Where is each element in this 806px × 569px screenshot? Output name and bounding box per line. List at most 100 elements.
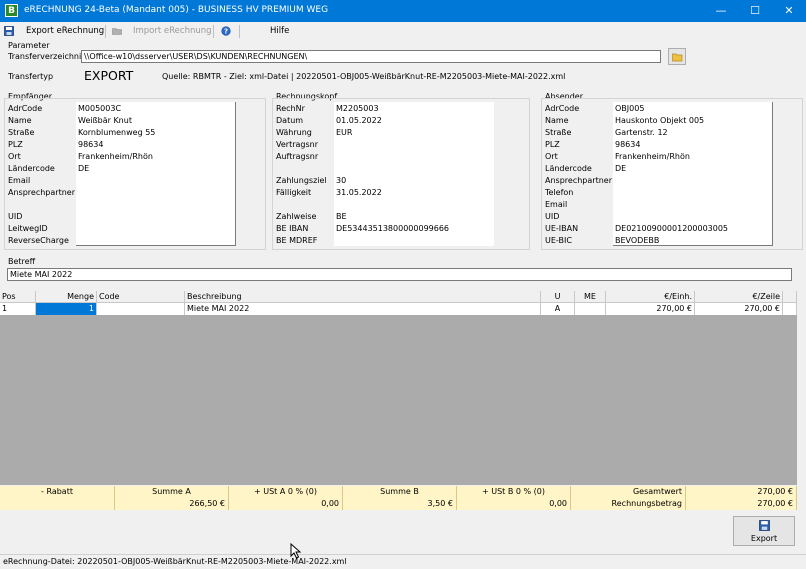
field-row: PLZ 98634: [8, 139, 238, 151]
toolbar: Export eRechnung Import eRechnung ? Hilf…: [0, 23, 806, 40]
field-value[interactable]: Kornblumenweg 55: [78, 127, 155, 139]
transfer-type-value: EXPORT: [84, 68, 134, 83]
subject-input[interactable]: Miete MAI 2022: [7, 268, 792, 281]
field-label: ReverseCharge: [8, 236, 69, 245]
field-label: Ort: [545, 152, 558, 161]
maximize-button[interactable]: ☐: [738, 0, 772, 22]
subject-label: Betreff: [8, 257, 36, 266]
field-label: BE IBAN: [276, 224, 309, 233]
field-row: Fälligkeit 31.05.2022: [276, 187, 506, 199]
cell-beschreibung[interactable]: Miete MAI 2022: [185, 303, 541, 315]
mouse-cursor-icon: [290, 543, 302, 559]
floppy-disk-icon[interactable]: [4, 26, 14, 36]
field-value[interactable]: BE: [336, 211, 347, 223]
field-label: Ländercode: [8, 164, 55, 173]
field-row: BE MDREF: [276, 235, 506, 247]
toolbar-separator: [239, 25, 240, 38]
field-value[interactable]: Hauskonto Objekt 005: [615, 115, 704, 127]
field-value[interactable]: DE: [78, 163, 89, 175]
field-value[interactable]: M005003C: [78, 103, 121, 115]
help-menu[interactable]: Hilfe: [270, 25, 289, 38]
field-row: LeitwegID: [8, 223, 238, 235]
cell-zeile[interactable]: 270,00 €: [695, 303, 783, 315]
field-label: Straße: [545, 128, 572, 137]
field-row: Zahlungsziel 30: [276, 175, 506, 187]
sender-fields: AdrCode OBJ005 Name Hauskonto Objekt 005 Str…: [545, 103, 775, 247]
totals-rabatt-value: [0, 498, 115, 510]
export-button-label: Export: [750, 534, 778, 543]
field-value[interactable]: 31.05.2022: [336, 187, 382, 199]
field-label: Fälligkeit: [276, 188, 312, 197]
field-label: UID: [8, 212, 23, 221]
field-value[interactable]: Frankenheim/Rhön: [78, 151, 153, 163]
field-label: Datum: [276, 116, 304, 125]
svg-text:?: ?: [224, 28, 228, 36]
cell-code[interactable]: [97, 303, 185, 315]
column-header-menge[interactable]: Menge: [36, 291, 97, 303]
field-label: UE-IBAN: [545, 224, 579, 233]
toolbar-separator: [105, 25, 106, 38]
field-value[interactable]: Frankenheim/Rhön: [615, 151, 690, 163]
field-label: LeitwegID: [8, 224, 48, 233]
totals-ust-a-label: + USt A 0 % (0): [229, 486, 343, 498]
cell-pos[interactable]: 1: [0, 303, 36, 315]
cell-einh[interactable]: 270,00 €: [606, 303, 695, 315]
field-value[interactable]: DE02100900001200003005: [615, 223, 728, 235]
browse-directory-button[interactable]: [668, 48, 686, 65]
transfer-directory-input[interactable]: \\Office-w10\dsserver\USER\DS\KUNDEN\REC…: [81, 50, 661, 63]
field-row: Datum 01.05.2022: [276, 115, 506, 127]
cell-u[interactable]: A: [541, 303, 575, 315]
field-value[interactable]: EUR: [336, 127, 352, 139]
field-value[interactable]: Weißbär Knut: [78, 115, 132, 127]
invoice-head-fields: RechNr M2205003 Datum 01.05.2022 Währung EUR V…: [276, 103, 506, 247]
field-value[interactable]: BEVODEBB: [615, 235, 659, 247]
field-value[interactable]: 98634: [615, 139, 640, 151]
field-label: BE MDREF: [276, 236, 318, 245]
column-header-zeile[interactable]: €/Zeile: [695, 291, 783, 303]
column-header-u[interactable]: U: [541, 291, 575, 303]
field-row: Vertragsnr: [276, 139, 506, 151]
column-header-me[interactable]: ME: [575, 291, 606, 303]
minimize-button[interactable]: —: [704, 0, 738, 22]
field-row: UID: [8, 211, 238, 223]
field-row: Währung EUR: [276, 127, 506, 139]
folder-icon: [112, 28, 122, 35]
field-row: Ländercode DE: [8, 163, 238, 175]
export-button[interactable]: Export: [733, 516, 795, 546]
field-row: Name Hauskonto Objekt 005: [545, 115, 775, 127]
totals-summe-a-value: 266,50 €: [115, 498, 229, 510]
field-row: Ansprechpartner: [8, 187, 238, 199]
toolbar-separator: [213, 25, 214, 38]
field-row: [276, 163, 506, 175]
cell-me[interactable]: [575, 303, 606, 315]
field-value[interactable]: OBJ005: [615, 103, 644, 115]
import-erechnung-button[interactable]: Import eRechnung: [133, 25, 212, 38]
field-row: Name Weißbär Knut: [8, 115, 238, 127]
field-row: AdrCode OBJ005: [545, 103, 775, 115]
field-value[interactable]: 01.05.2022: [336, 115, 382, 127]
field-label: Ansprechpartner: [8, 188, 75, 197]
field-row: Ländercode DE: [545, 163, 775, 175]
field-label: Währung: [276, 128, 312, 137]
column-header-pos[interactable]: Pos: [0, 291, 36, 303]
field-value[interactable]: 98634: [78, 139, 103, 151]
field-row: Telefon: [545, 187, 775, 199]
field-value[interactable]: 30: [336, 175, 346, 187]
totals-ust-b-value: 0,00: [457, 498, 571, 510]
field-value[interactable]: DE53443513800000099666: [336, 223, 449, 235]
column-header-einh[interactable]: €/Einh.: [606, 291, 695, 303]
help-icon[interactable]: ?: [221, 26, 231, 36]
close-button[interactable]: ✕: [772, 0, 806, 22]
field-value[interactable]: Gartenstr. 12: [615, 127, 668, 139]
field-label: Telefon: [545, 188, 574, 197]
field-label: Vertragsnr: [276, 140, 318, 149]
export-erechnung-button[interactable]: Export eRechnung: [26, 25, 104, 38]
field-label: PLZ: [8, 140, 23, 149]
column-header-code[interactable]: Code: [97, 291, 185, 303]
column-header-beschreibung[interactable]: Beschreibung: [185, 291, 541, 303]
field-row: Auftragsnr: [276, 151, 506, 163]
field-value[interactable]: DE: [615, 163, 626, 175]
cell-menge[interactable]: 1: [36, 303, 97, 315]
field-value[interactable]: M2205003: [336, 103, 379, 115]
field-label: Ansprechpartner: [545, 176, 612, 185]
